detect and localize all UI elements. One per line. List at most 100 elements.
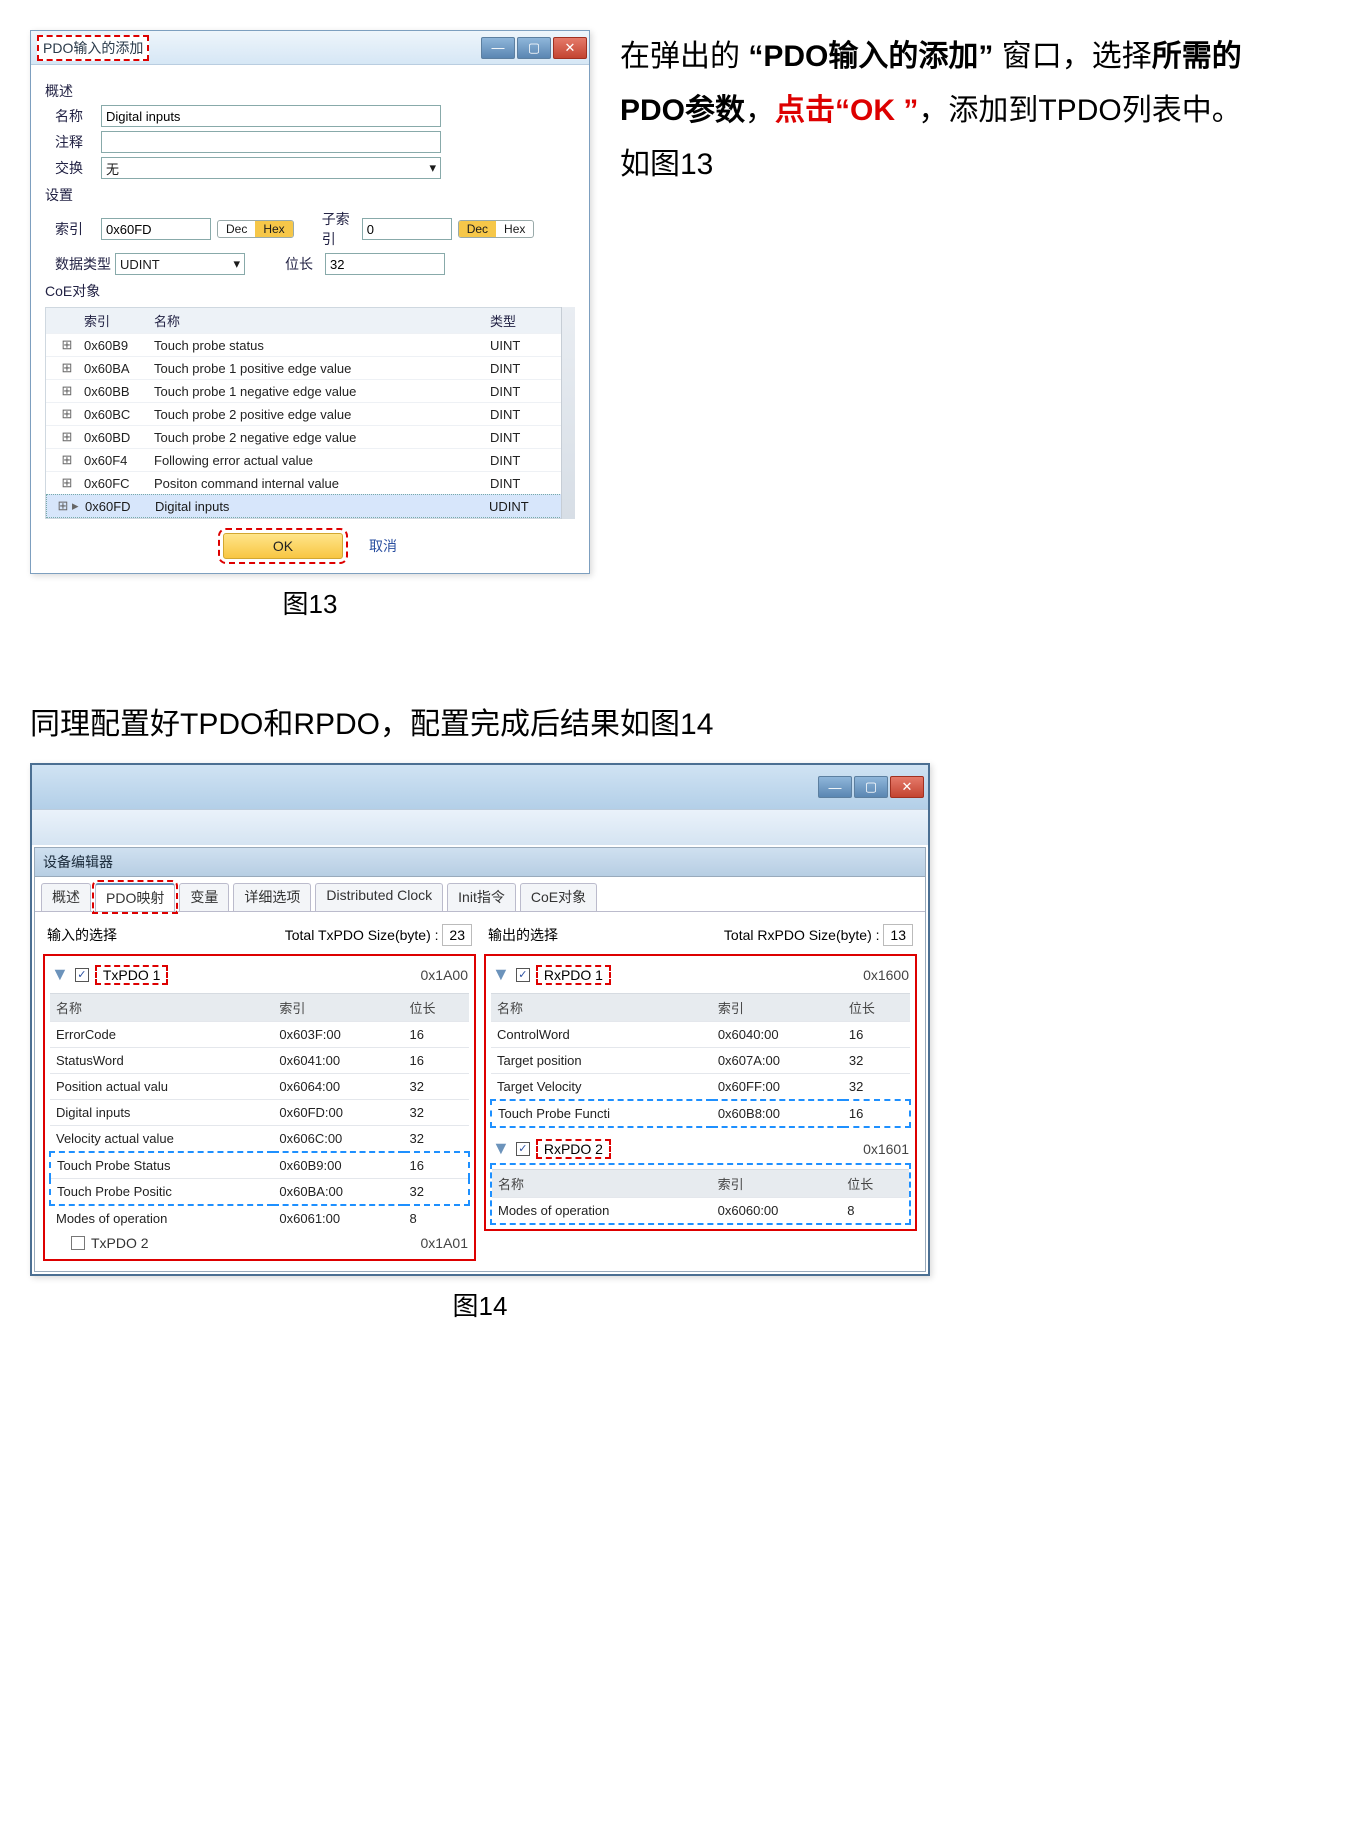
subindex-dechex[interactable]: Dec Hex <box>458 220 535 238</box>
txpdo2-id: 0x1A01 <box>421 1235 468 1251</box>
bitlen-label: 位长 <box>275 254 325 274</box>
dialog-title: PDO输入的添加 <box>37 35 149 61</box>
dec-label: Dec <box>218 221 255 237</box>
tab-4[interactable]: Distributed Clock <box>315 883 443 911</box>
pdo-add-dialog: PDO输入的添加 — ▢ ✕ 概述 名称 注释 交换 <box>30 30 590 574</box>
maximize-icon[interactable]: ▢ <box>854 776 888 798</box>
exchange-select[interactable]: 无 ▾ <box>101 157 441 179</box>
rxpdo1-name: RxPDO 1 <box>536 965 611 985</box>
name-label: 名称 <box>45 106 101 126</box>
txpdo-block: ▼ ✓ TxPDO 1 0x1A00 名称 索引 位长 ErrorCode0x6… <box>43 954 476 1261</box>
table-row[interactable]: Touch Probe Positic0x60BA:0032 <box>50 1179 469 1206</box>
rxpdo2-table: 名称 索引 位长 Modes of operation 0x6060:00 8 <box>492 1169 909 1223</box>
dialog-titlebar: PDO输入的添加 — ▢ ✕ <box>31 31 589 65</box>
ok-button[interactable]: OK <box>223 533 343 559</box>
table-row[interactable]: Modes of operation0x6061:008 <box>50 1205 469 1231</box>
index-dechex[interactable]: Dec Hex <box>217 220 294 238</box>
para-before-fig14: 同理配置好TPDO和RPDO，配置完成后结果如图14 <box>30 701 1320 749</box>
rxpdo-block: ▼ ✓ RxPDO 1 0x1600 名称 索引 位长 ControlWord0… <box>484 954 917 1231</box>
table-row[interactable]: Touch Probe Status0x60B9:0016 <box>50 1152 469 1179</box>
table-row[interactable]: Digital inputs0x60FD:0032 <box>50 1100 469 1126</box>
dec-label-2: Dec <box>459 221 496 237</box>
bitlen-field[interactable] <box>325 253 445 275</box>
hex-label-2: Hex <box>496 221 533 237</box>
chevron-down-icon: ▾ <box>429 160 436 176</box>
section-coe: CoE对象 <box>45 281 575 301</box>
tab-3[interactable]: 详细选项 <box>233 883 311 911</box>
rxpdo2-name: RxPDO 2 <box>536 1139 611 1159</box>
dtype-value: UDINT <box>120 257 160 272</box>
coe-head-idx: 索引 <box>84 311 154 330</box>
comment-field[interactable] <box>101 131 441 153</box>
table-row[interactable]: ⊞0x60BCTouch probe 2 positive edge value… <box>46 402 574 425</box>
triangle-down-icon[interactable]: ▼ <box>492 964 510 985</box>
coe-selected-row[interactable]: ⊞ ▸ 0x60FD Digital inputs UDINT <box>46 494 574 518</box>
checkbox-checked-icon[interactable]: ✓ <box>75 968 89 982</box>
checkbox-checked-icon[interactable]: ✓ <box>516 968 530 982</box>
tab-5[interactable]: Init指令 <box>447 883 516 911</box>
table-row[interactable]: Velocity actual value0x606C:0032 <box>50 1126 469 1153</box>
coe-sel-type: UDINT <box>489 499 569 514</box>
minimize-icon[interactable]: — <box>818 776 852 798</box>
scrollbar[interactable] <box>561 307 575 519</box>
table-row[interactable]: Target Velocity0x60FF:0032 <box>491 1074 910 1101</box>
close-icon[interactable]: ✕ <box>553 37 587 59</box>
txpdo1-name: TxPDO 1 <box>95 965 169 985</box>
coe-table[interactable]: 索引 名称 类型 ⊞0x60B9Touch probe statusUINT⊞0… <box>45 307 575 519</box>
expand-icon: ⊞ ▸ <box>51 498 85 514</box>
device-editor-window: — ▢ ✕ 设备编辑器 概述PDO映射变量详细选项Distributed Clo… <box>30 763 930 1276</box>
close-icon[interactable]: ✕ <box>890 776 924 798</box>
coe-head-type: 类型 <box>490 311 570 330</box>
checkbox-empty-icon[interactable] <box>71 1236 85 1250</box>
table-row[interactable]: ⊞0x60F4Following error actual valueDINT <box>46 448 574 471</box>
txpdo1-id: 0x1A00 <box>421 967 468 983</box>
tabs-row: 概述PDO映射变量详细选项Distributed ClockInit指令CoE对… <box>35 877 925 912</box>
left-label: 输入的选择 <box>47 925 117 945</box>
txpdo-size-label: Total TxPDO Size(byte) : <box>285 927 439 943</box>
minimize-icon[interactable]: — <box>481 37 515 59</box>
table-row[interactable]: ErrorCode0x603F:0016 <box>50 1022 469 1048</box>
tab-1[interactable]: PDO映射 <box>95 883 175 911</box>
rxpdo-size-label: Total RxPDO Size(byte) : <box>724 927 880 943</box>
rxpdo1-id: 0x1600 <box>863 967 909 983</box>
index-field[interactable] <box>101 218 211 240</box>
figure13-description: 在弹出的 “PDO输入的添加” 窗口，选择所需的PDO参数，点击“OK ”，添加… <box>620 30 1300 192</box>
coe-sel-name: Digital inputs <box>155 499 489 514</box>
triangle-down-icon[interactable]: ▼ <box>492 1138 510 1159</box>
subindex-field[interactable] <box>362 218 452 240</box>
exchange-value: 无 <box>106 159 119 178</box>
checkbox-checked-icon[interactable]: ✓ <box>516 1142 530 1156</box>
index-label: 索引 <box>45 219 101 239</box>
table-row[interactable]: Position actual valu0x6064:0032 <box>50 1074 469 1100</box>
editor-title: 设备编辑器 <box>35 848 925 877</box>
table-row[interactable]: ⊞0x60BATouch probe 1 positive edge value… <box>46 356 574 379</box>
right-label: 输出的选择 <box>488 925 558 945</box>
tab-0[interactable]: 概述 <box>41 883 91 911</box>
table-row[interactable]: Target position0x607A:0032 <box>491 1048 910 1074</box>
chevron-down-icon: ▾ <box>233 256 240 272</box>
hex-label: Hex <box>255 221 292 237</box>
table-row[interactable]: Touch Probe Functi0x60B8:0016 <box>491 1100 910 1127</box>
rxpdo-size-value: 13 <box>883 924 913 946</box>
triangle-down-icon[interactable]: ▼ <box>51 964 69 985</box>
subindex-label: 子索引 <box>312 209 362 249</box>
table-row[interactable]: ⊞0x60BDTouch probe 2 negative edge value… <box>46 425 574 448</box>
table-row[interactable]: Modes of operation 0x6060:00 8 <box>492 1198 909 1224</box>
cancel-link[interactable]: 取消 <box>369 536 397 556</box>
table-row[interactable]: ⊞0x60B9Touch probe statusUINT <box>46 333 574 356</box>
name-field[interactable] <box>101 105 441 127</box>
table-row[interactable]: StatusWord0x6041:0016 <box>50 1048 469 1074</box>
comment-label: 注释 <box>45 132 101 152</box>
dtype-select[interactable]: UDINT ▾ <box>115 253 245 275</box>
exchange-label: 交换 <box>45 158 101 178</box>
table-row[interactable]: ⊞0x60BBTouch probe 1 negative edge value… <box>46 379 574 402</box>
dtype-label: 数据类型 <box>45 254 115 274</box>
table-row[interactable]: ControlWord0x6040:0016 <box>491 1022 910 1048</box>
section-settings: 设置 <box>45 185 575 205</box>
table-row[interactable]: ⊞0x60FCPositon command internal valueDIN… <box>46 471 574 494</box>
tab-2[interactable]: 变量 <box>179 883 229 911</box>
rxpdo2-id: 0x1601 <box>863 1141 909 1157</box>
tab-6[interactable]: CoE对象 <box>520 883 597 911</box>
txpdo1-table: 名称 索引 位长 ErrorCode0x603F:0016StatusWord0… <box>49 993 470 1231</box>
maximize-icon[interactable]: ▢ <box>517 37 551 59</box>
